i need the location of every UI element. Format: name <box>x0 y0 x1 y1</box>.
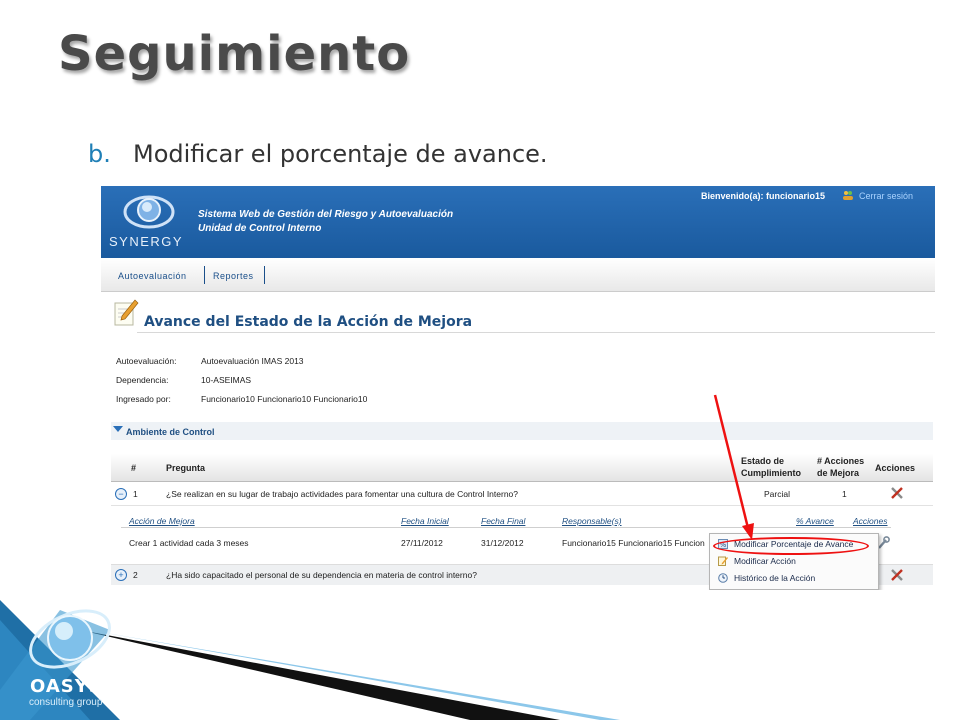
slide-title: Seguimiento <box>58 26 411 82</box>
corner-swoosh <box>0 600 620 720</box>
info-value-ingresado: Funcionario10 Funcionario10 Funcionario1… <box>201 394 368 404</box>
row-num: 1 <box>133 489 138 499</box>
edit-icon <box>718 556 728 566</box>
menu-divider <box>204 266 205 284</box>
col-question: Pregunta <box>166 463 206 473</box>
section-header[interactable] <box>111 422 933 440</box>
subcol-action[interactable]: Acción de Mejora <box>129 516 195 526</box>
subrow-end: 31/12/2012 <box>481 538 524 548</box>
col-count-line2: de Mejora <box>817 468 860 478</box>
brand-name: OASYS <box>30 676 103 697</box>
highlight-oval <box>713 537 869 555</box>
system-name: Sistema Web de Gestión del Riesgo y Auto… <box>198 209 454 220</box>
bullet-letter: b. <box>88 140 111 168</box>
info-label-autoevaluacion: Autoevaluación: <box>116 356 177 366</box>
col-actions: Acciones <box>875 463 916 473</box>
subcol-end[interactable]: Fecha Final <box>481 516 525 526</box>
table-header: # Pregunta Estado de Cumplimiento # Acci… <box>111 454 933 482</box>
logout-link[interactable]: Cerrar sesión <box>859 191 913 201</box>
menu-item-modify-action[interactable]: Modificar Acción <box>710 553 878 569</box>
unit-name: Unidad de Control Interno <box>198 223 322 234</box>
bullet-text: Modificar el porcentaje de avance. <box>133 140 548 168</box>
subtable-header: Acción de Mejora Fecha Inicial Fecha Fin… <box>121 511 891 528</box>
subrow-responsible: Funcionario15 Funcionario15 Funcion <box>562 538 705 548</box>
subcol-responsible[interactable]: Responsable(s) <box>562 516 622 526</box>
info-value-dependencia: 10-ASEIMAS <box>201 375 252 385</box>
info-label-dependencia: Dependencia: <box>116 375 169 385</box>
row-count: 1 <box>842 489 847 499</box>
subcol-progress[interactable]: % Avance <box>796 516 834 526</box>
menu-item-reportes[interactable]: Reportes <box>213 271 254 281</box>
subcol-start[interactable]: Fecha Inicial <box>401 516 449 526</box>
row-status: Parcial <box>764 489 790 499</box>
col-status-line1: Estado de <box>741 456 785 466</box>
synergy-logo-icon <box>123 195 175 229</box>
table-row: − 1 ¿Se realizan en su lugar de trabajo … <box>111 483 933 506</box>
subrow-action: Crear 1 actividad cada 3 meses <box>129 538 249 548</box>
menu-divider <box>264 266 265 284</box>
title-divider <box>137 332 935 333</box>
collapse-row-icon[interactable]: − <box>115 488 127 500</box>
synergy-logo-text: SYNERGY <box>109 234 184 249</box>
page-title: Avance del Estado de la Acción de Mejora <box>144 314 473 330</box>
row-question: ¿Se realizan en su lugar de trabajo acti… <box>166 489 519 499</box>
edit-document-icon <box>114 299 139 326</box>
info-value-autoevaluacion: Autoevaluación IMAS 2013 <box>201 356 304 366</box>
brand-tagline: consulting group <box>29 697 103 708</box>
col-count-line1: # Acciones <box>817 456 865 466</box>
main-menu: Autoevaluación Reportes <box>101 258 935 292</box>
col-status-line2: Cumplimiento <box>741 468 801 478</box>
subcol-actions[interactable]: Acciones <box>853 516 888 526</box>
app-screenshot: SYNERGY Sistema Web de Gestión del Riesg… <box>101 186 935 590</box>
subrow-start: 27/11/2012 <box>401 538 443 548</box>
welcome-text: Bienvenido(a): funcionario15 <box>701 191 826 201</box>
info-label-ingresado: Ingresado por: <box>116 394 171 404</box>
app-header: SYNERGY Sistema Web de Gestión del Riesg… <box>101 186 935 258</box>
section-title: Ambiente de Control <box>126 427 215 437</box>
users-icon <box>843 191 853 200</box>
tools-icon[interactable] <box>890 486 904 500</box>
col-num: # <box>131 463 137 473</box>
collapse-arrow-icon[interactable] <box>113 426 123 432</box>
menu-item-label: Modificar Acción <box>734 556 796 566</box>
menu-item-autoevaluacion[interactable]: Autoevaluación <box>118 271 187 281</box>
oasys-logo-icon <box>29 609 111 669</box>
